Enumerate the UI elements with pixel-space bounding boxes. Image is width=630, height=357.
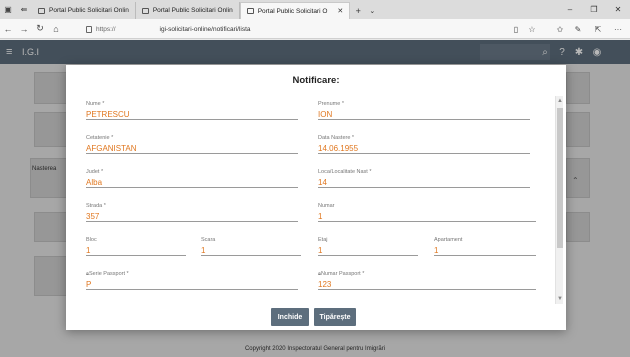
field-etaj[interactable]: Etaj 1 (318, 236, 418, 256)
field-label: Cetatenie * (86, 135, 114, 141)
field-value[interactable]: Alba (86, 177, 298, 188)
close-button[interactable]: Inchide (271, 308, 309, 326)
page-icon (246, 8, 254, 14)
field-value[interactable]: AFGANISTAN (86, 143, 298, 154)
field-label: Judet * (86, 169, 104, 175)
window-controls: – ❐ ✕ (558, 0, 630, 19)
field-value[interactable]: ION (318, 109, 530, 120)
window-menu-icon[interactable]: ▣ (0, 0, 16, 19)
field-label: Nume * (86, 101, 105, 107)
field-cetatenie[interactable]: Cetatenie * AFGANISTAN (86, 134, 298, 154)
field-nume[interactable]: Nume * PETRESCU (86, 100, 298, 120)
field-value[interactable]: 123 (318, 279, 536, 290)
field-value[interactable]: 1 (86, 245, 186, 256)
close-window-icon[interactable]: ✕ (606, 0, 630, 19)
lock-icon (86, 25, 92, 33)
favorites-bar-icon[interactable]: ✩ (552, 19, 568, 39)
browser-tab-2[interactable]: Portal Public Solicitari Onlin (136, 2, 240, 19)
field-label: 🔒︎Serie Passport * (86, 271, 129, 277)
field-value[interactable]: 1 (434, 245, 536, 256)
share-icon[interactable]: ⇱ (590, 19, 606, 39)
page-icon (38, 7, 45, 14)
field-label: Strada * (86, 203, 106, 209)
back-icon[interactable]: ← (0, 19, 16, 39)
field-label: 🔒︎Numar Passport * (318, 271, 365, 277)
tab-label: Portal Public Solicitari O (257, 7, 328, 15)
field-numar-pasaport[interactable]: 🔒︎Numar Passport * 123 (318, 270, 536, 290)
field-numar[interactable]: Numar 1 (318, 202, 536, 222)
field-value[interactable]: PETRESCU (86, 109, 298, 120)
field-label: Numar (318, 203, 335, 209)
close-tab-icon[interactable]: ✕ (337, 7, 343, 15)
forward-icon[interactable]: → (16, 19, 32, 39)
field-prenume[interactable]: Prenume * ION (318, 100, 530, 120)
field-label: Apartament (434, 237, 463, 243)
field-label: Data Nastere * (318, 135, 355, 141)
field-value[interactable]: 357 (86, 211, 298, 222)
tab-label: Portal Public Solicitari Onlin (152, 7, 233, 14)
more-icon[interactable]: ··· (610, 19, 626, 39)
field-label: Prenume * (318, 101, 344, 107)
tab-label: Portal Public Solicitari Onlin (49, 7, 129, 14)
notification-modal: Notificare: Nume * PETRESCU Prenume * IO… (66, 65, 566, 330)
field-label: Loca/Localitate Nast * (318, 169, 372, 175)
field-value[interactable]: 14 (318, 177, 530, 188)
favorite-star-icon[interactable]: ☆ (524, 19, 540, 39)
browser-tab-1[interactable]: Portal Public Solicitari Onlin (32, 2, 136, 19)
url-field[interactable]: https:// igi-solicitari-online/notificar… (86, 22, 546, 36)
field-strada[interactable]: Strada * 357 (86, 202, 298, 222)
browser-tab-bar: ▣ ⇚ Portal Public Solicitari Onlin Porta… (0, 0, 630, 19)
pen-icon[interactable]: ✎ (570, 19, 586, 39)
restore-icon[interactable]: ❐ (582, 0, 606, 19)
chevron-down-icon[interactable]: ⌄ (366, 2, 378, 19)
scroll-down-icon[interactable]: ▼ (556, 294, 564, 304)
field-label: Scara (201, 237, 216, 243)
refresh-icon[interactable]: ↻ (32, 19, 48, 39)
field-label: Bloc (86, 237, 97, 243)
field-value[interactable]: 1 (318, 245, 418, 256)
new-tab-icon[interactable]: + (350, 2, 366, 19)
field-apartament[interactable]: Apartament 1 (434, 236, 536, 256)
field-localitate[interactable]: Loca/Localitate Nast * 14 (318, 168, 530, 188)
reading-view-icon[interactable]: ▯ (508, 19, 524, 39)
back-tabs-icon[interactable]: ⇚ (16, 0, 32, 19)
field-scara[interactable]: Scara 1 (201, 236, 301, 256)
field-judet[interactable]: Judet * Alba (86, 168, 298, 188)
scroll-up-icon[interactable]: ▲ (556, 96, 564, 106)
home-icon[interactable]: ⌂ (48, 19, 64, 39)
field-label: Etaj (318, 237, 328, 243)
minimize-icon[interactable]: – (558, 0, 582, 19)
field-bloc[interactable]: Bloc 1 (86, 236, 186, 256)
browser-tab-3[interactable]: Portal Public Solicitari O ✕ (239, 2, 351, 19)
scrollbar-thumb[interactable] (557, 108, 563, 248)
url-path: igi-solicitari-online/notificari/lista (159, 25, 251, 33)
url-scheme: https:// (96, 25, 116, 33)
field-value[interactable]: 1 (318, 211, 536, 222)
print-button[interactable]: Tipărește (314, 308, 356, 326)
chevron-up-icon[interactable]: ⌃ (572, 176, 579, 185)
field-value[interactable]: 14.06.1955 (318, 143, 530, 154)
field-data-nastere[interactable]: Data Nastere * 14.06.1955 (318, 134, 530, 154)
field-value[interactable]: 1 (201, 245, 301, 256)
modal-scrollbar[interactable]: ▲ ▼ (555, 96, 563, 304)
field-value[interactable]: P (86, 279, 298, 290)
field-serie-pasaport[interactable]: 🔒︎Serie Passport * P (86, 270, 298, 290)
page-icon (141, 7, 149, 14)
modal-title: Notificare: (292, 75, 340, 86)
